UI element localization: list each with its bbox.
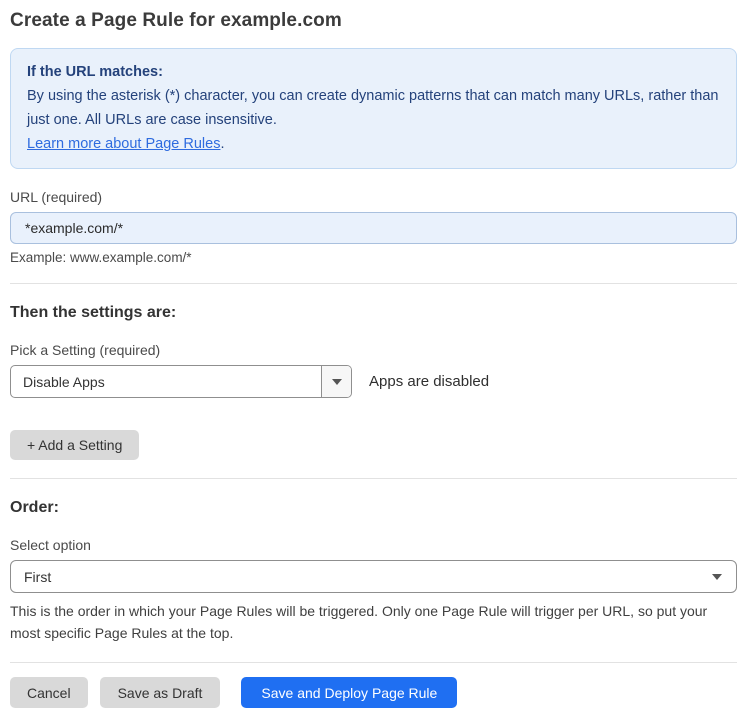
setting-dropdown-value: Disable Apps [23, 373, 105, 390]
divider [10, 478, 737, 479]
caret-down-icon [712, 573, 722, 580]
learn-more-link[interactable]: Learn more about Page Rules [27, 136, 220, 152]
info-box-heading: If the URL matches: [27, 64, 163, 80]
url-match-info-box: If the URL matches: By using the asteris… [10, 48, 737, 169]
setting-dropdown-arrow-button[interactable] [321, 366, 351, 397]
divider [10, 283, 737, 284]
pick-setting-label: Pick a Setting (required) [10, 342, 161, 358]
info-box-body: By using the asterisk (*) character, you… [27, 88, 719, 128]
setting-dropdown[interactable]: Disable Apps [10, 365, 352, 398]
save-as-draft-button[interactable]: Save as Draft [99, 677, 221, 708]
setting-status-text: Apps are disabled [369, 373, 490, 390]
save-and-deploy-button[interactable]: Save and Deploy Page Rule [241, 677, 458, 708]
divider [10, 662, 737, 663]
info-box-link-line: Learn more about Page Rules. [27, 132, 720, 156]
url-input[interactable] [10, 212, 737, 244]
order-helper-text: This is the order in which your Page Rul… [10, 603, 708, 641]
order-select-label: Select option [10, 537, 91, 553]
setting-row: Disable Apps Apps are disabled [10, 365, 737, 398]
add-setting-button[interactable]: + Add a Setting [10, 430, 140, 460]
url-example-helper: Example: www.example.com/* [10, 250, 192, 265]
caret-down-icon [331, 378, 342, 385]
link-suffix: . [220, 136, 225, 152]
form-actions: Cancel Save as Draft Save and Deploy Pag… [10, 677, 737, 708]
order-select[interactable]: First [10, 560, 737, 593]
order-section-heading: Order: [10, 499, 59, 516]
settings-section-heading: Then the settings are: [10, 304, 177, 321]
page-title: Create a Page Rule for example.com [10, 10, 342, 31]
order-select-value: First [24, 568, 52, 585]
page-rule-form: Create a Page Rule for example.com If th… [0, 0, 750, 708]
cancel-button[interactable]: Cancel [10, 677, 88, 708]
url-field-label: URL (required) [10, 189, 103, 205]
